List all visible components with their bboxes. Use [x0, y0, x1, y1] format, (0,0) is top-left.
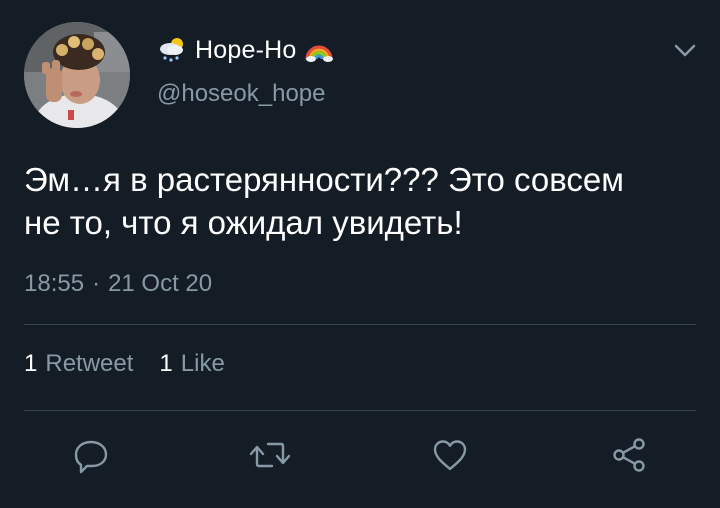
likes-stat[interactable]: 1 Like [159, 350, 224, 378]
retweets-count: 1 [24, 350, 38, 377]
heart-icon [430, 435, 470, 480]
timestamp-separator: · [92, 270, 101, 297]
retweet-button[interactable] [245, 432, 295, 482]
share-icon [609, 435, 649, 480]
reply-button[interactable] [66, 432, 116, 482]
rainbow-emoji-icon [304, 35, 334, 65]
tweet-text: Эм…я в растерянности??? Это совсем не то… [24, 161, 624, 241]
divider [24, 410, 696, 411]
user-name-row[interactable]: Hope-Ho [157, 33, 334, 67]
divider [24, 324, 696, 325]
like-button[interactable] [425, 432, 475, 482]
retweets-stat[interactable]: 1 Retweet [24, 350, 133, 378]
likes-label: Like [180, 350, 225, 377]
tweet-stats: 1 Retweet 1 Like [24, 350, 251, 378]
avatar[interactable] [24, 22, 130, 128]
cloud-snow-sun-emoji-icon [157, 35, 187, 65]
chevron-down-icon[interactable] [672, 40, 698, 60]
share-button[interactable] [604, 432, 654, 482]
likes-count: 1 [159, 350, 173, 377]
tweet-card: Hope-Ho @hoseok_hope Эм…я в растерянност… [0, 0, 720, 508]
retweet-icon [248, 435, 292, 480]
tweet-timestamp[interactable]: 18:55 · 21 Oct 20 [24, 270, 212, 298]
tweet-actions [0, 432, 720, 488]
reply-icon [71, 435, 111, 480]
tweet-time: 18:55 [24, 270, 85, 297]
tweet-date: 21 Oct 20 [108, 270, 213, 297]
display-name[interactable]: Hope-Ho [195, 36, 296, 65]
user-handle[interactable]: @hoseok_hope [157, 80, 326, 108]
retweets-label: Retweet [45, 350, 134, 377]
